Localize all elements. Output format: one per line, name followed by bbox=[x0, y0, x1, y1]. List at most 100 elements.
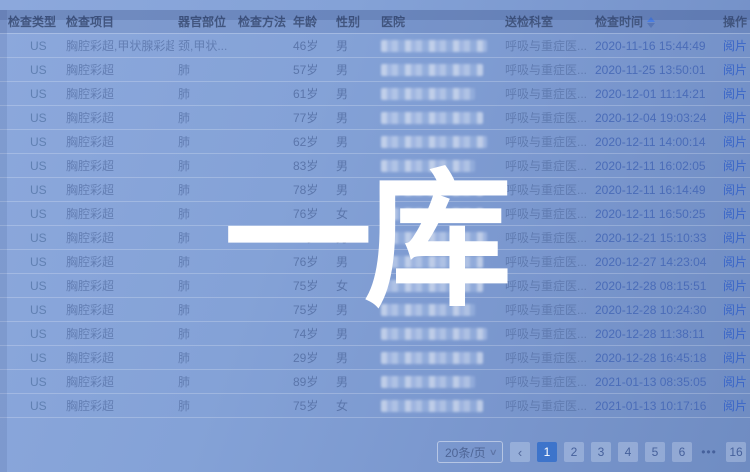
view-images-link[interactable]: 阅片 bbox=[723, 375, 747, 389]
cell-exam-type: US bbox=[0, 394, 62, 418]
cell-gender: 女 bbox=[332, 394, 377, 418]
cell-hospital bbox=[377, 346, 501, 370]
page-button-2[interactable]: 2 bbox=[564, 442, 584, 462]
cell-method bbox=[234, 130, 289, 154]
cell-exam-item: 胸腔彩超 bbox=[62, 178, 174, 202]
pagination: 20条/页 ∨ ‹ 123456•••16 bbox=[437, 441, 746, 463]
cell-action: 阅片 bbox=[719, 226, 750, 250]
cell-method bbox=[234, 394, 289, 418]
cell-hospital bbox=[377, 154, 501, 178]
cell-method bbox=[234, 298, 289, 322]
cell-exam-time: 2020-12-11 16:02:05 bbox=[591, 154, 719, 178]
table-row: US胸腔彩超肺29岁男呼吸与重症医...2020-12-28 16:45:18阅… bbox=[0, 346, 750, 370]
redacted-hospital-name bbox=[381, 112, 483, 124]
page-list: 123456•••16 bbox=[537, 442, 746, 462]
cell-age: 29岁 bbox=[289, 346, 332, 370]
cell-exam-item: 胸腔彩超,甲状腺彩超 bbox=[62, 34, 174, 58]
page-size-label: 20条/页 bbox=[445, 444, 486, 461]
cell-organ: 肺 bbox=[174, 226, 234, 250]
cell-method bbox=[234, 370, 289, 394]
cell-exam-time: 2020-12-27 14:23:04 bbox=[591, 250, 719, 274]
view-images-link[interactable]: 阅片 bbox=[723, 399, 747, 413]
page-button-16[interactable]: 16 bbox=[726, 442, 746, 462]
cell-exam-type: US bbox=[0, 130, 62, 154]
page-button-5[interactable]: 5 bbox=[645, 442, 665, 462]
view-images-link[interactable]: 阅片 bbox=[723, 159, 747, 173]
cell-age: 77岁 bbox=[289, 106, 332, 130]
view-images-link[interactable]: 阅片 bbox=[723, 183, 747, 197]
cell-action: 阅片 bbox=[719, 154, 750, 178]
cell-method bbox=[234, 58, 289, 82]
table-row: US胸腔彩超肺66岁男呼吸与重症医...2020-12-21 15:10:33阅… bbox=[0, 226, 750, 250]
redacted-hospital-name bbox=[381, 136, 487, 148]
cell-exam-type: US bbox=[0, 226, 62, 250]
redacted-hospital-name bbox=[381, 328, 487, 340]
cell-hospital bbox=[377, 106, 501, 130]
cell-exam-item: 胸腔彩超 bbox=[62, 58, 174, 82]
table-row: US胸腔彩超肺76岁女呼吸与重症医...2020-12-11 16:50:25阅… bbox=[0, 202, 750, 226]
view-images-link[interactable]: 阅片 bbox=[723, 135, 747, 149]
redacted-hospital-name bbox=[381, 88, 475, 100]
cell-exam-type: US bbox=[0, 58, 62, 82]
view-images-link[interactable]: 阅片 bbox=[723, 303, 747, 317]
cell-hospital bbox=[377, 178, 501, 202]
exam-table: 检查类型检查项目器官部位检查方法年龄性别医院送检科室检查时间操作 US胸腔彩超,… bbox=[0, 10, 750, 418]
cell-organ: 颈,甲状... bbox=[174, 34, 234, 58]
cell-exam-time: 2020-12-01 11:14:21 bbox=[591, 82, 719, 106]
cell-action: 阅片 bbox=[719, 250, 750, 274]
page-button-4[interactable]: 4 bbox=[618, 442, 638, 462]
cell-exam-time: 2020-12-28 08:15:51 bbox=[591, 274, 719, 298]
redacted-hospital-name bbox=[381, 40, 487, 52]
view-images-link[interactable]: 阅片 bbox=[723, 207, 747, 221]
cell-gender: 男 bbox=[332, 154, 377, 178]
cell-action: 阅片 bbox=[719, 106, 750, 130]
cell-organ: 肺 bbox=[174, 370, 234, 394]
cell-age: 62岁 bbox=[289, 130, 332, 154]
cell-exam-type: US bbox=[0, 154, 62, 178]
cell-exam-time: 2020-12-21 15:10:33 bbox=[591, 226, 719, 250]
cell-method bbox=[234, 154, 289, 178]
view-images-link[interactable]: 阅片 bbox=[723, 351, 747, 365]
cell-organ: 肺 bbox=[174, 274, 234, 298]
cell-exam-type: US bbox=[0, 250, 62, 274]
table-row: US胸腔彩超肺75岁男呼吸与重症医...2020-12-28 10:24:30阅… bbox=[0, 298, 750, 322]
view-images-link[interactable]: 阅片 bbox=[723, 39, 747, 53]
cell-department: 呼吸与重症医... bbox=[501, 226, 591, 250]
redacted-hospital-name bbox=[381, 400, 483, 412]
cell-gender: 男 bbox=[332, 298, 377, 322]
prev-page-button[interactable]: ‹ bbox=[510, 442, 530, 462]
view-images-link[interactable]: 阅片 bbox=[723, 231, 747, 245]
cell-exam-item: 胸腔彩超 bbox=[62, 250, 174, 274]
cell-hospital bbox=[377, 226, 501, 250]
exam-list-screen: { "watermark": "一库", "table": { "columns… bbox=[0, 10, 750, 472]
view-images-link[interactable]: 阅片 bbox=[723, 327, 747, 341]
cell-gender: 男 bbox=[332, 130, 377, 154]
view-images-link[interactable]: 阅片 bbox=[723, 255, 747, 269]
redacted-hospital-name bbox=[381, 256, 483, 268]
cell-exam-type: US bbox=[0, 82, 62, 106]
cell-exam-type: US bbox=[0, 178, 62, 202]
cell-method bbox=[234, 322, 289, 346]
cell-organ: 肺 bbox=[174, 394, 234, 418]
cell-age: 75岁 bbox=[289, 394, 332, 418]
cell-organ: 肺 bbox=[174, 298, 234, 322]
cell-gender: 男 bbox=[332, 226, 377, 250]
cell-department: 呼吸与重症医... bbox=[501, 58, 591, 82]
cell-action: 阅片 bbox=[719, 298, 750, 322]
view-images-link[interactable]: 阅片 bbox=[723, 111, 747, 125]
view-images-link[interactable]: 阅片 bbox=[723, 279, 747, 293]
table-row: US胸腔彩超肺61岁男呼吸与重症医...2020-12-01 11:14:21阅… bbox=[0, 82, 750, 106]
cell-department: 呼吸与重症医... bbox=[501, 394, 591, 418]
page-button-1[interactable]: 1 bbox=[537, 442, 557, 462]
cell-organ: 肺 bbox=[174, 130, 234, 154]
cell-action: 阅片 bbox=[719, 274, 750, 298]
page-button-3[interactable]: 3 bbox=[591, 442, 611, 462]
cell-age: 74岁 bbox=[289, 322, 332, 346]
cell-department: 呼吸与重症医... bbox=[501, 370, 591, 394]
cell-exam-type: US bbox=[0, 346, 62, 370]
cell-exam-type: US bbox=[0, 298, 62, 322]
view-images-link[interactable]: 阅片 bbox=[723, 87, 747, 101]
page-size-select[interactable]: 20条/页 ∨ bbox=[437, 441, 503, 463]
page-button-6[interactable]: 6 bbox=[672, 442, 692, 462]
view-images-link[interactable]: 阅片 bbox=[723, 63, 747, 77]
